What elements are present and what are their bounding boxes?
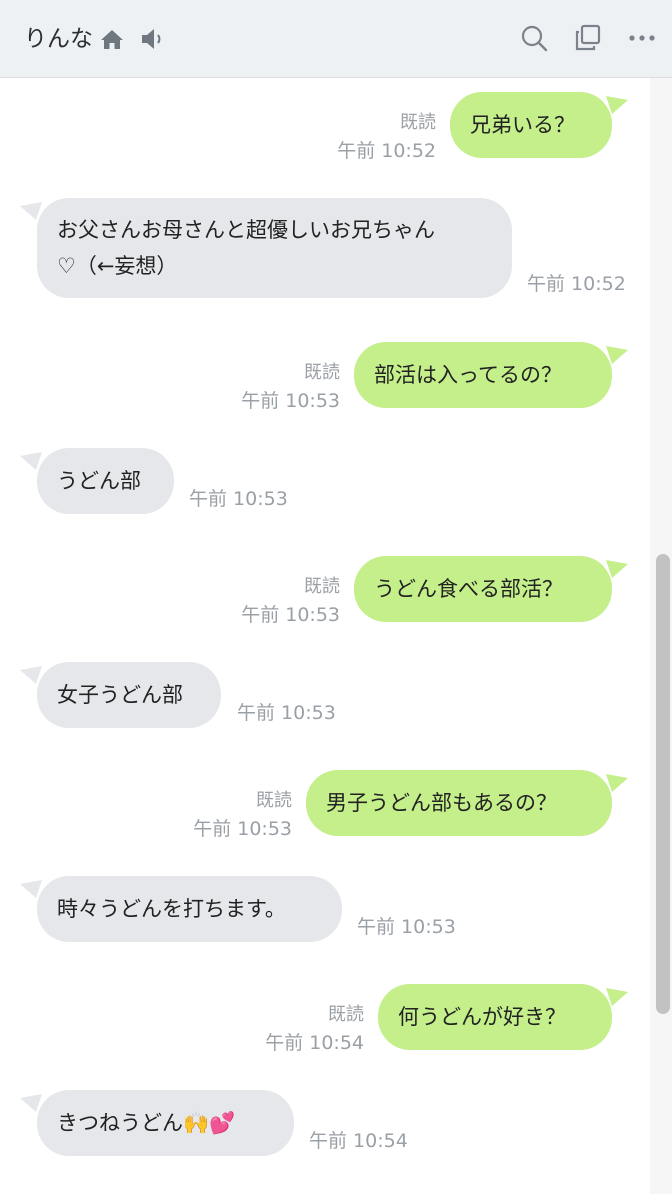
read-receipt: 既読	[304, 576, 340, 597]
message-text: 兄弟いる？	[470, 113, 575, 137]
message-time: 午前 10:54	[265, 1032, 364, 1054]
message-bubble[interactable]: 兄弟いる？	[450, 92, 612, 158]
home-icon	[101, 30, 123, 49]
message-bubble[interactable]: 女子うどん部	[37, 662, 221, 728]
read-receipt: 既読	[256, 790, 292, 811]
bubble-tail	[606, 346, 628, 364]
message-bubble[interactable]: 何うどんが好き？	[378, 984, 612, 1050]
bubble-tail	[606, 988, 628, 1006]
message-text: 時々うどんを打ちます。	[57, 897, 286, 921]
message-time: 午前 10:53	[357, 916, 456, 938]
message-text-line: お父さんお母さんと超優しいお兄ちゃん	[57, 218, 435, 242]
message-text: 何うどんが好き？	[398, 1005, 566, 1029]
copy-icon	[575, 24, 601, 51]
bubble-tail	[606, 774, 628, 792]
message-bubble[interactable]: お父さんお母さんと超優しいお兄ちゃん ♡（←妄想）	[37, 198, 512, 298]
more-options-button[interactable]	[626, 20, 658, 56]
message-bubble[interactable]: 部活は入ってるの？	[354, 342, 612, 408]
message-text: 部活は入ってるの？	[374, 363, 562, 387]
message-time: 午前 10:53	[241, 604, 340, 626]
message-text: 男子うどん部もあるの？	[326, 791, 557, 815]
message-list: 既読 午前 10:52 兄弟いる？ お父さんお母さんと超優しいお兄ちゃん ♡（←…	[0, 78, 672, 1194]
bubble-tail	[606, 560, 628, 578]
message-text: 女子うどん部	[57, 683, 183, 707]
message-time: 午前 10:53	[189, 488, 288, 510]
message-time: 午前 10:53	[241, 390, 340, 412]
bubble-tail	[606, 96, 628, 114]
search-icon	[521, 25, 548, 52]
message-text: うどん食べる部活？	[374, 577, 563, 601]
message-time: 午前 10:53	[193, 818, 292, 840]
message-bubble[interactable]: きつねうどん🙌💕	[37, 1090, 294, 1156]
search-button[interactable]	[518, 20, 550, 56]
message-time: 午前 10:53	[237, 702, 336, 724]
message-time: 午前 10:52	[527, 273, 626, 295]
read-receipt: 既読	[328, 1004, 364, 1025]
chat-header: りんな	[0, 0, 672, 78]
message-bubble[interactable]: 男子うどん部もあるの？	[306, 770, 612, 836]
copy-button[interactable]	[572, 20, 604, 56]
message-text: うどん部	[57, 469, 141, 493]
read-receipt: 既読	[400, 112, 436, 133]
message-bubble[interactable]: 時々うどんを打ちます。	[37, 876, 342, 942]
message-text-line: ♡（←妄想）	[57, 254, 178, 278]
speaker-icon	[142, 29, 161, 49]
chat-title[interactable]: りんな	[24, 22, 93, 56]
message-time: 午前 10:54	[309, 1130, 408, 1152]
more-icon	[629, 35, 655, 41]
message-bubble[interactable]: うどん食べる部活？	[354, 556, 612, 622]
message-bubble[interactable]: うどん部	[37, 448, 174, 514]
message-text: きつねうどん🙌💕	[57, 1111, 236, 1135]
read-receipt: 既読	[304, 362, 340, 383]
message-time: 午前 10:52	[337, 140, 436, 162]
